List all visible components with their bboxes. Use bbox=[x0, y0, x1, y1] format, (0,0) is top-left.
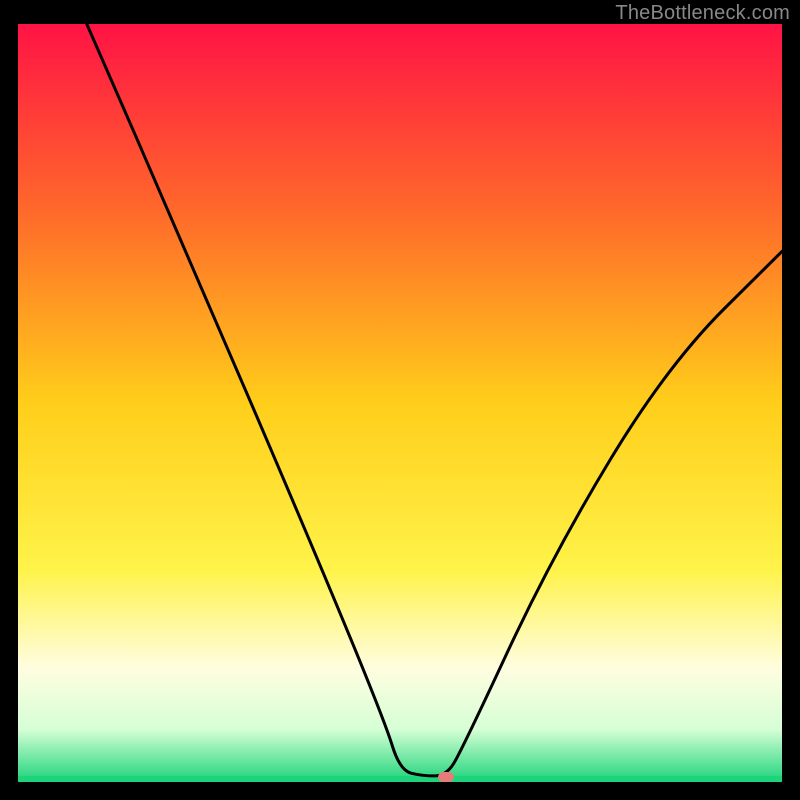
green-baseline bbox=[18, 776, 782, 782]
optimum-marker-icon bbox=[438, 772, 454, 782]
gradient-background bbox=[18, 24, 782, 782]
chart-frame: TheBottleneck.com bbox=[0, 0, 800, 800]
attribution-label: TheBottleneck.com bbox=[615, 2, 790, 25]
plot-area bbox=[18, 24, 782, 782]
plot-svg bbox=[18, 24, 782, 782]
